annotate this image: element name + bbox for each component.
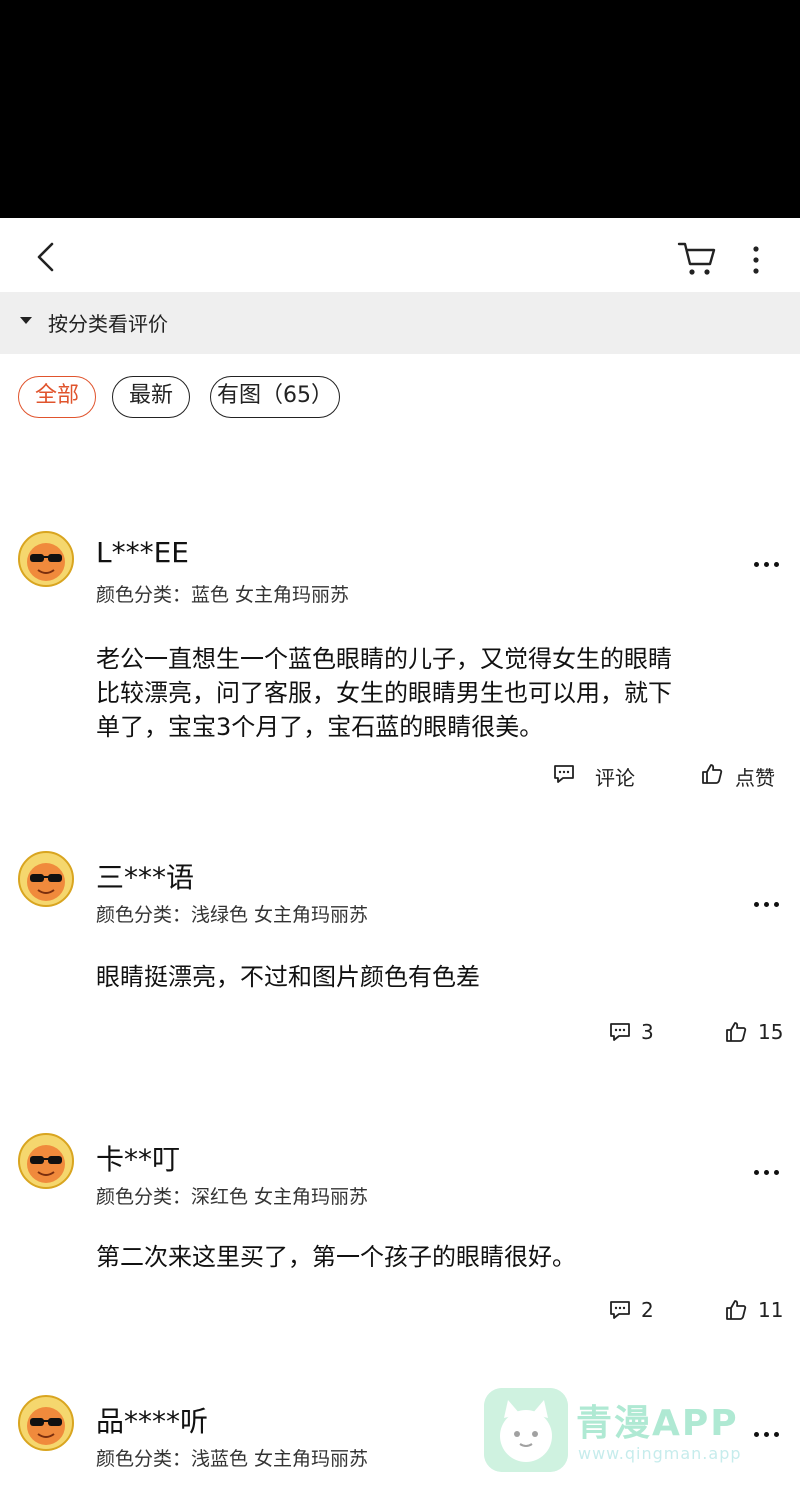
reviewer-name: 品****听 [96, 1405, 209, 1438]
review-text-line: 第二次来这里买了，第一个孩子的眼睛很好。 [96, 1243, 576, 1271]
like-count: 15 [758, 1020, 784, 1044]
watermark-url: www.qingman.app [578, 1444, 742, 1463]
comment-icon [610, 1023, 630, 1041]
category-filter-label: 按分类看评价 [48, 312, 168, 336]
review-item: 三***语 颜色分类：浅绿色 女主角玛丽苏 眼睛挺漂亮，不过和图片颜色有色差 3… [0, 850, 800, 1050]
reviewer-name: 卡**叮 [96, 1143, 181, 1176]
category-filter-bar[interactable]: 按分类看评价 [0, 292, 800, 354]
avatar[interactable] [17, 1132, 75, 1190]
review-spec: 颜色分类：蓝色 女主角玛丽苏 [96, 584, 350, 606]
review-text: 眼睛挺漂亮，不过和图片颜色有色差 [96, 960, 766, 994]
review-spec: 颜色分类：深红色 女主角玛丽苏 [96, 1186, 369, 1208]
review-spec: 颜色分类：浅蓝色 女主角玛丽苏 [96, 1448, 369, 1470]
review-more-icon[interactable] [754, 562, 782, 572]
comment-count: 3 [641, 1020, 654, 1044]
reviewer-name: L***EE [96, 536, 189, 569]
status-bar-area [0, 0, 800, 218]
comment-icon [610, 1301, 630, 1319]
like-button[interactable]: 11 [724, 1298, 794, 1326]
filter-latest-button[interactable]: 最新 [112, 376, 190, 418]
caret-down-icon [20, 317, 32, 324]
reviewer-name: 三***语 [96, 861, 195, 894]
like-label: 点赞 [735, 766, 775, 790]
comment-button[interactable]: 2 [608, 1298, 668, 1326]
thumbs-up-icon [702, 764, 723, 784]
thumbs-up-icon [726, 1022, 747, 1042]
cat-logo-icon [484, 1388, 568, 1472]
avatar[interactable] [17, 850, 75, 908]
review-text-line: 眼睛挺漂亮，不过和图片颜色有色差 [96, 963, 480, 991]
like-button[interactable]: 15 [724, 1020, 794, 1048]
comment-button[interactable]: 3 [608, 1020, 668, 1048]
filter-all-button[interactable]: 全部 [18, 376, 96, 418]
more-vertical-icon[interactable] [744, 242, 768, 278]
back-chevron-icon[interactable] [30, 240, 64, 274]
thumbs-up-icon [726, 1300, 747, 1320]
review-spec: 颜色分类：浅绿色 女主角玛丽苏 [96, 904, 369, 926]
like-count: 11 [758, 1298, 784, 1322]
avatar[interactable] [17, 1394, 75, 1452]
app-watermark: 青漫APP www.qingman.app [484, 1388, 774, 1478]
watermark-title: 青漫APP [576, 1403, 739, 1444]
review-text: 第二次来这里买了，第一个孩子的眼睛很好。 [96, 1240, 766, 1274]
review-text: 老公一直想生一个蓝色眼睛的儿子，又觉得女生的眼睛 比较漂亮，问了客服，女生的眼睛… [96, 642, 766, 744]
review-more-icon[interactable] [754, 902, 782, 912]
comment-count: 2 [641, 1298, 654, 1322]
review-text-line: 比较漂亮，问了客服，女生的眼睛男生也可以用，就下 [96, 679, 672, 707]
comment-icon [554, 765, 574, 783]
like-button[interactable]: 点赞 [700, 762, 790, 790]
review-more-icon[interactable] [754, 1170, 782, 1180]
review-item: 卡**叮 颜色分类：深红色 女主角玛丽苏 第二次来这里买了，第一个孩子的眼睛很好… [0, 1132, 800, 1332]
avatar[interactable] [17, 530, 75, 588]
review-text-line: 单了，宝宝3个月了，宝石蓝的眼睛很美。 [96, 713, 544, 741]
comment-label: 评论 [595, 766, 635, 790]
cart-icon[interactable] [676, 238, 718, 278]
top-nav-bar [0, 218, 800, 292]
review-text-line: 老公一直想生一个蓝色眼睛的儿子，又觉得女生的眼睛 [96, 645, 672, 673]
comment-button[interactable]: 评论 [552, 762, 642, 790]
review-item: L***EE 颜色分类：蓝色 女主角玛丽苏 老公一直想生一个蓝色眼睛的儿子，又觉… [0, 530, 800, 800]
filter-with-images-button[interactable]: 有图（65） [210, 376, 340, 418]
